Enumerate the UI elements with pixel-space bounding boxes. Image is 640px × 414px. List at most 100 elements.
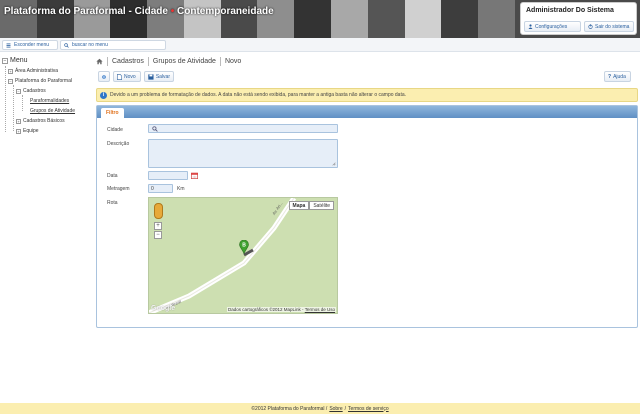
map-type-controls: Mapa Satélite [288, 201, 334, 210]
menu-search-label: buscar no menu [72, 42, 108, 48]
sidebar-menu: − Menu + Área Administrativa − Plataform… [0, 53, 93, 393]
help-icon: ? [608, 73, 612, 80]
sidebar-item-paraformalidades[interactable]: Paraformalidades [30, 98, 69, 104]
header-photo-tile [478, 0, 515, 38]
collapse-toggle-icon[interactable]: − [8, 78, 13, 84]
breadcrumb-separator [219, 56, 221, 66]
sidebar-item-area-administrativa[interactable]: + Área Administrativa [8, 68, 58, 74]
tab-filtro[interactable]: Filtro [101, 108, 124, 118]
metragem-input[interactable]: 0 [148, 184, 173, 193]
top-toolbar: Esconder menu buscar no menu [0, 38, 640, 52]
user-name: Administrador Do Sistema [526, 7, 614, 14]
metragem-label: Metragem [107, 186, 130, 192]
sidebar-item-label: Cadastros [23, 88, 46, 94]
rota-label: Rota [107, 200, 118, 206]
resize-handle-icon[interactable] [332, 162, 336, 166]
sidebar-item-grupos-de-atividade[interactable]: Grupos de Atividade [30, 108, 75, 114]
header-photo-tile [367, 0, 405, 38]
cidade-search-input[interactable] [148, 124, 338, 133]
salvar-label: Salvar [155, 73, 170, 80]
menu-root[interactable]: − Menu [2, 57, 28, 64]
sidebar-item-cadastros-basicos[interactable]: + Cadastros Básicos [16, 118, 65, 124]
street-view-pegman-icon[interactable] [154, 203, 163, 219]
marker-label: B [242, 242, 246, 248]
collapse-toggle-icon[interactable]: − [16, 88, 21, 94]
user-panel: Administrador Do Sistema Configurações S… [520, 2, 637, 35]
header-photo-tile [404, 0, 442, 38]
alert-message: Devido a um problema de formatação de da… [110, 92, 407, 98]
content-toolbar: Novo Salvar ? Ajuda [96, 70, 638, 84]
search-icon [152, 126, 158, 132]
zoom-in-button[interactable]: + [154, 222, 162, 230]
breadcrumb-item-cadastros[interactable]: Cadastros [112, 58, 144, 65]
format-warning-alert: i Devido a um problema de formatação de … [96, 88, 638, 102]
tree-connector [5, 66, 6, 132]
breadcrumb-item-grupos[interactable]: Grupos de Atividade [153, 58, 216, 65]
novo-button[interactable]: Novo [113, 71, 141, 82]
page-footer: ©2012 Plataforma do Paraformal / Sobre /… [0, 403, 640, 414]
route-map[interactable]: Av. Ari... Av. Brasil + − Mapa Satélite … [148, 197, 338, 314]
data-input[interactable] [148, 171, 188, 180]
sidebar-item-label: Paraformalidades [30, 98, 70, 104]
panel-header: Filtro [97, 106, 637, 118]
back-button[interactable] [98, 71, 110, 82]
map-credit: Dados cartográficos ©2012 MapLink - Term… [226, 307, 336, 312]
app-title-suffix: Contemporaneidade [177, 6, 274, 17]
expand-toggle-icon[interactable]: + [16, 118, 21, 124]
sidebar-item-label: Área Administrativa [15, 68, 59, 74]
calendar-icon[interactable] [191, 172, 198, 179]
app-title-separator: • [167, 6, 177, 17]
app-title-main: Cidade [134, 6, 168, 17]
sidebar-item-label: Plataforma do Paraformal [15, 78, 72, 84]
sidebar-item-plataforma[interactable]: − Plataforma do Paraformal [8, 78, 72, 84]
novo-label: Novo [124, 73, 136, 80]
sidebar-item-label: Cadastros Básicos [23, 118, 65, 124]
map-terms-link[interactable]: Termos de Uso [305, 307, 335, 312]
map-type-mapa-button[interactable]: Mapa [288, 201, 310, 210]
map-type-satelite-button[interactable]: Satélite [309, 201, 334, 210]
app-title-prefix: Plataforma do Paraformal - [4, 6, 135, 17]
footer-copyright: ©2012 Plataforma do Paraformal / [251, 405, 328, 412]
info-icon: i [100, 91, 107, 99]
breadcrumb-separator [107, 56, 108, 66]
power-icon [588, 24, 593, 29]
breadcrumb: Cadastros Grupos de Atividade Novo [96, 55, 241, 67]
back-arrow-icon [102, 74, 106, 79]
home-icon[interactable] [96, 58, 103, 65]
header-photo-tile [441, 0, 479, 38]
sidebar-item-cadastros[interactable]: − Cadastros [16, 88, 46, 94]
collapse-toggle-icon[interactable]: − [2, 57, 8, 64]
ajuda-button[interactable]: ? Ajuda [604, 71, 631, 82]
breadcrumb-separator [147, 56, 149, 66]
expand-toggle-icon[interactable]: + [8, 68, 13, 74]
hide-menu-button[interactable]: Esconder menu [2, 40, 58, 50]
map-marker-b-icon[interactable]: B [239, 240, 249, 254]
footer-termos-link[interactable]: Termos de serviço [348, 406, 389, 412]
salvar-button[interactable]: Salvar [144, 71, 174, 82]
cidade-label: Cidade [107, 127, 123, 133]
expand-toggle-icon[interactable]: + [16, 128, 21, 134]
search-icon [64, 42, 69, 48]
menu-list-icon [6, 43, 11, 47]
metragem-unit: Km [177, 186, 185, 192]
menu-search-input[interactable]: buscar no menu [60, 40, 166, 50]
footer-sobre-link[interactable]: Sobre [329, 406, 342, 412]
logout-button[interactable]: Sair do sistema [584, 21, 634, 32]
configuracoes-button[interactable]: Configurações [524, 21, 581, 32]
user-settings-icon [528, 24, 533, 29]
descricao-textarea[interactable] [148, 139, 338, 168]
sidebar-item-label: Equipe [23, 128, 39, 134]
google-logo: Google [151, 305, 176, 312]
zoom-out-button[interactable]: − [154, 231, 162, 239]
ajuda-label: Ajuda [613, 73, 626, 80]
map-credit-text: Dados cartográficos ©2012 MapLink - [227, 307, 305, 312]
header-photo-tile [331, 0, 368, 38]
menu-root-label: Menu [10, 57, 28, 64]
configuracoes-label: Configurações [535, 23, 568, 30]
sidebar-item-equipe[interactable]: + Equipe [16, 128, 39, 134]
header-photo-tile [294, 0, 332, 38]
hide-menu-label: Esconder menu [14, 42, 50, 48]
app-title: Plataforma do Paraformal - Cidade • Cont… [4, 6, 274, 17]
descricao-label: Descrição [107, 141, 130, 147]
zoom-controls: + − [154, 222, 162, 240]
